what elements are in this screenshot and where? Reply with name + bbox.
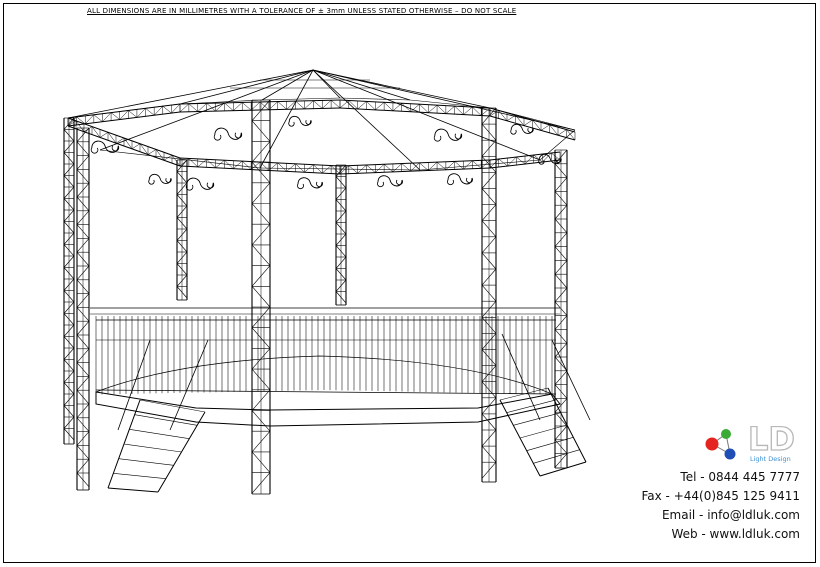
roof-structure — [67, 69, 576, 175]
truss-tower-far-left — [63, 117, 75, 445]
logo-tagline: Light Design — [750, 455, 791, 463]
drawing-sheet: ALL DIMENSIONS ARE IN MILLIMETRES WITH A… — [0, 0, 820, 567]
stairs-right — [499, 333, 591, 477]
scroll-ornament — [148, 173, 172, 185]
truss-tower-far-right — [554, 149, 568, 469]
truss-tower-back-left — [176, 159, 188, 301]
contact-fax: Fax - +44(0)845 125 9411 — [641, 489, 800, 503]
scroll-ornament — [213, 127, 243, 141]
roof-truss-back-right — [339, 99, 491, 117]
scroll-ornament — [288, 115, 312, 127]
contact-tel: Tel - 0844 445 7777 — [680, 470, 800, 484]
scroll-ornament — [447, 173, 473, 186]
contact-email: Email - info@ldluk.com — [661, 508, 800, 522]
truss-tower-back-mid — [335, 164, 347, 306]
scroll-ornament — [377, 175, 403, 188]
scroll-ornament — [538, 153, 562, 165]
roof-truss-right — [489, 107, 576, 141]
scroll-ornament — [510, 123, 534, 135]
roof-truss-front-right-a — [339, 159, 491, 175]
truss-towers — [63, 99, 568, 495]
contact-web: Web - www.ldluk.com — [671, 527, 800, 541]
scroll-ornament — [433, 128, 463, 142]
stairs-left — [107, 339, 209, 493]
svg-text:LD: LD — [748, 426, 795, 458]
decorative-scrolls — [90, 115, 562, 191]
scroll-ornament — [185, 177, 215, 191]
roof-truss-back-mid — [179, 99, 341, 113]
truss-tower-front-centre — [251, 99, 271, 495]
scroll-ornament — [297, 177, 323, 190]
truss-tower-left — [76, 127, 90, 491]
